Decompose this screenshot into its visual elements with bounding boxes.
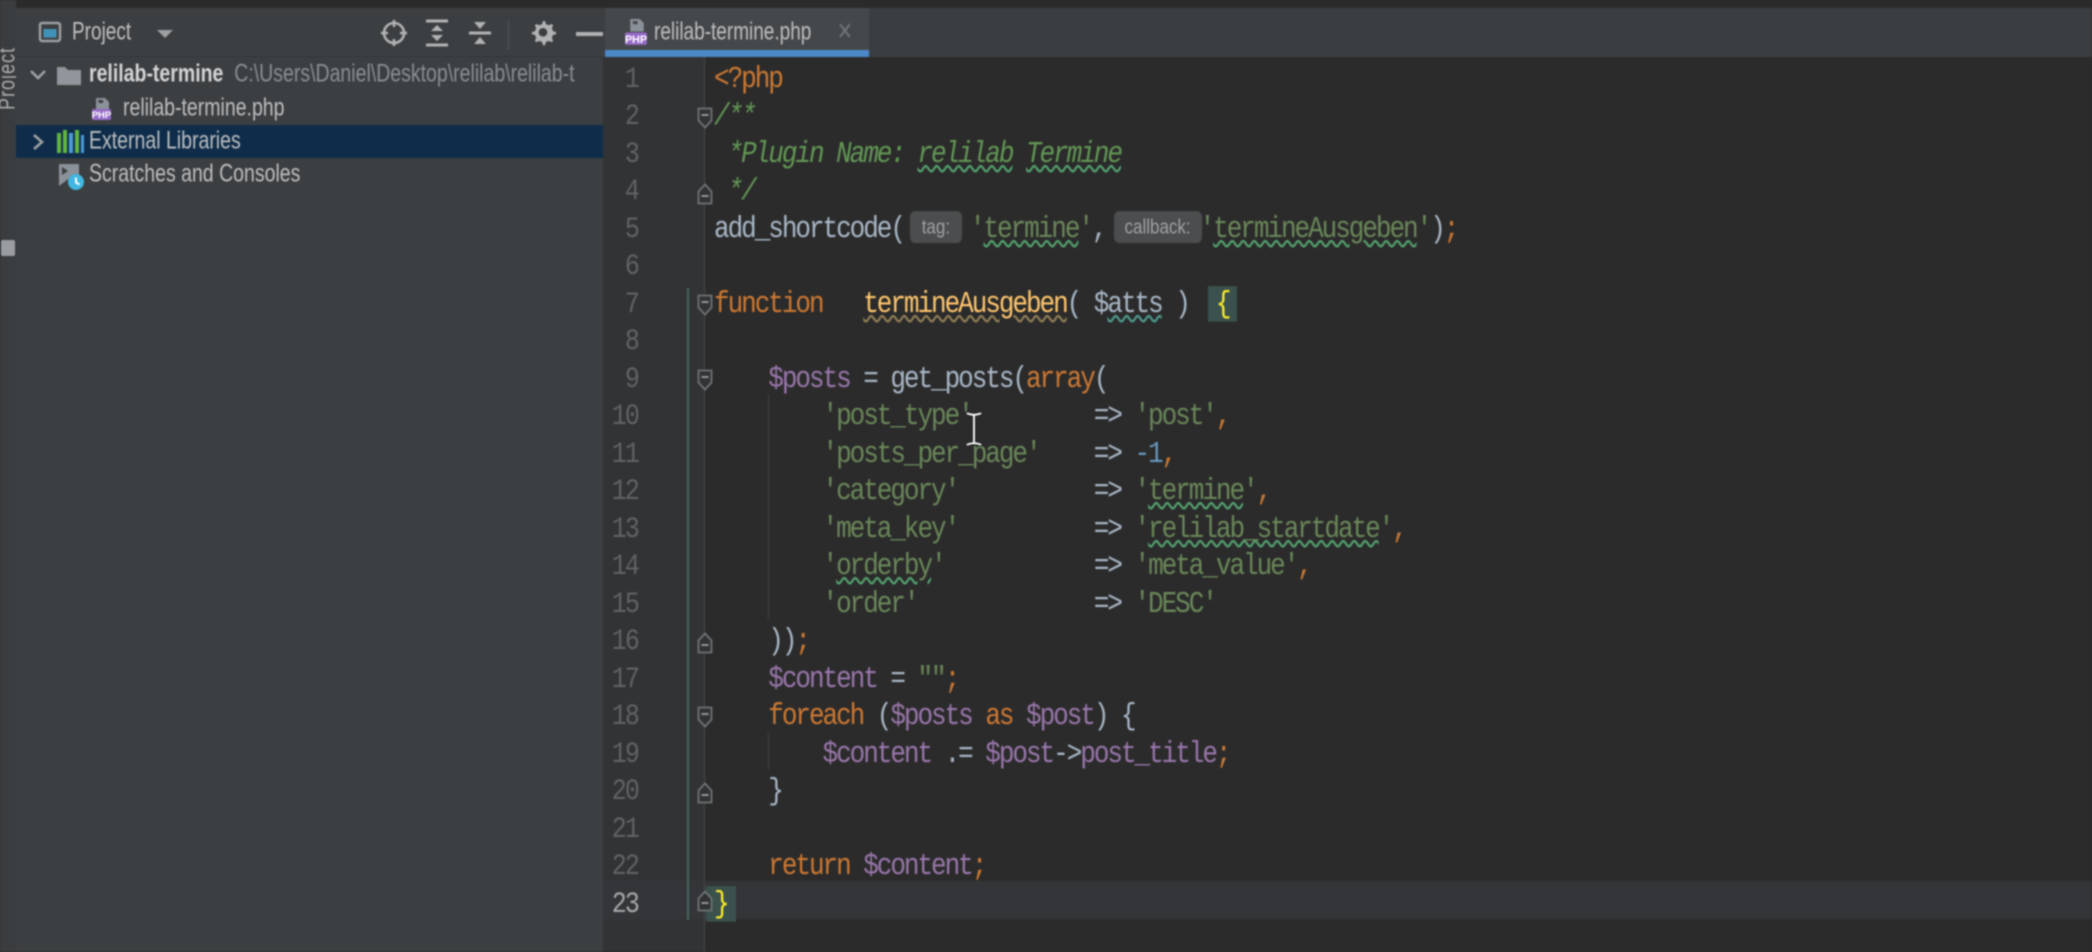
- svg-text:PHP: PHP: [625, 34, 647, 46]
